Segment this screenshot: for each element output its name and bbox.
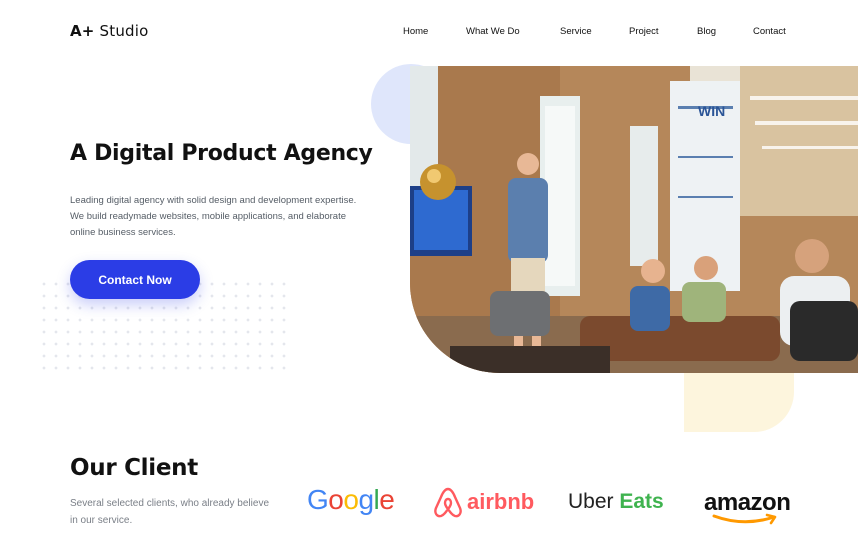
nav-what-we-do[interactable]: What We Do — [466, 26, 520, 37]
sign-win: WIN — [698, 103, 725, 119]
google-letter: e — [379, 484, 395, 515]
nav-blog[interactable]: Blog — [697, 26, 716, 37]
nav-project[interactable]: Project — [629, 26, 659, 37]
hero-title: A Digital Product Agency — [70, 141, 373, 166]
nav-home[interactable]: Home — [403, 26, 428, 37]
google-logo: Google — [307, 484, 395, 516]
amazon-smile-icon — [712, 513, 777, 525]
contact-now-button[interactable]: Contact Now — [70, 260, 200, 299]
ubereats-logo: Uber Eats — [568, 490, 664, 514]
hero-photo: WIN — [410, 66, 858, 373]
google-letter: g — [358, 484, 374, 515]
google-letter: G — [307, 484, 329, 515]
eats-wordmark: Eats — [619, 490, 664, 513]
nav-service[interactable]: Service — [560, 26, 592, 37]
main-nav: Home What We Do Service Project Blog Con… — [0, 26, 858, 40]
office-scene-illustration: WIN — [410, 66, 858, 373]
uber-wordmark: Uber — [568, 490, 614, 513]
airbnb-icon — [434, 487, 462, 518]
airbnb-wordmark: airbnb — [467, 489, 535, 514]
nav-contact[interactable]: Contact — [753, 26, 786, 37]
amazon-wordmark: amazon — [704, 489, 791, 516]
clients-description: Several selected clients, who already be… — [70, 498, 269, 526]
clients-title: Our Client — [70, 455, 198, 481]
hero-description: Leading digital agency with solid design… — [70, 195, 357, 238]
google-letter: o — [343, 484, 359, 515]
google-letter: o — [328, 484, 344, 515]
